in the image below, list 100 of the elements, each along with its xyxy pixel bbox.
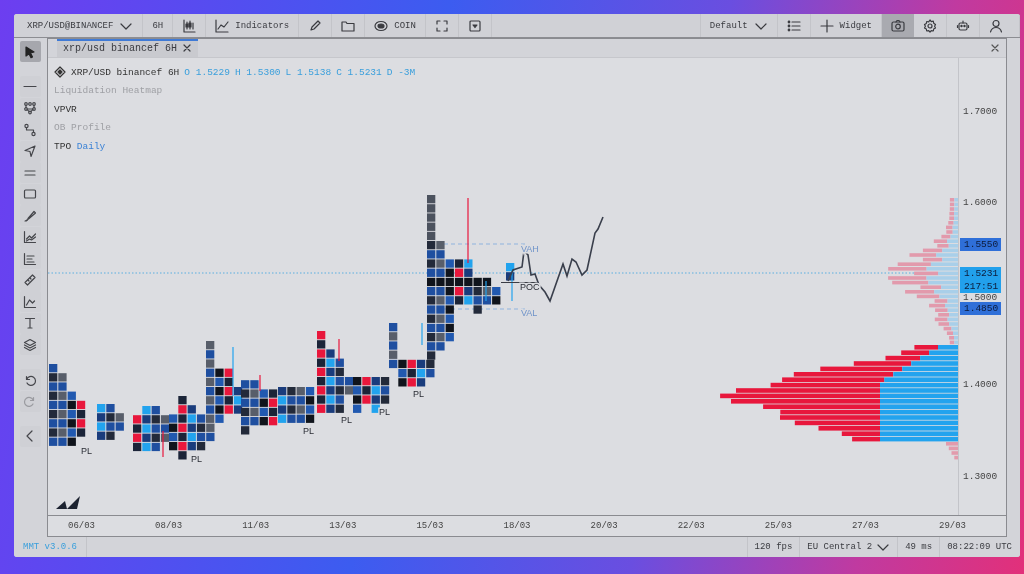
- time-label: 15/03: [416, 521, 444, 531]
- indicators-button[interactable]: Indicators: [206, 14, 300, 37]
- exchange-icon: [54, 66, 66, 79]
- tpo-level-label: PL: [303, 426, 314, 436]
- ohlc-value: D -3M: [386, 66, 416, 78]
- tpo-level-label: VAH: [521, 244, 539, 254]
- nodes-icon: [23, 101, 37, 115]
- time-label: 06/03: [68, 521, 95, 531]
- indicator-label[interactable]: TPO Daily: [54, 140, 106, 152]
- tpo-profile-drawing: [169, 396, 215, 460]
- ruler-tool[interactable]: [19, 269, 41, 291]
- price-badge: 1.5550: [960, 237, 1001, 251]
- price-label: 1.7000: [963, 106, 998, 118]
- line-chart-tool[interactable]: [19, 226, 41, 248]
- undo-tool[interactable]: [19, 369, 41, 390]
- cursor-icon: [23, 44, 37, 59]
- cursor-tool[interactable]: [19, 41, 41, 62]
- chevron-left-tool[interactable]: [19, 425, 41, 447]
- time-label: 11/03: [242, 521, 270, 531]
- time-label: 08/03: [155, 521, 183, 531]
- list-icon: [786, 18, 801, 33]
- tpo-level-label: POC: [520, 282, 540, 292]
- levels-icon: [23, 251, 37, 266]
- time-label: 22/03: [677, 521, 705, 531]
- tpo-level-label: PL: [379, 407, 390, 417]
- price-label: 1.5000: [963, 292, 998, 304]
- path-tool[interactable]: [19, 119, 41, 140]
- legend-title: XRP/USD binancef 6H: [71, 66, 180, 78]
- plus-icon: [819, 18, 834, 33]
- time-label: 13/03: [329, 521, 357, 531]
- interval-button[interactable]: 6H: [143, 14, 174, 37]
- wick-line: [162, 430, 164, 458]
- price-label: 1.6000: [963, 197, 998, 209]
- clock-label: 08:22:09 UTC: [939, 537, 1020, 557]
- tpo-level-label: PL: [413, 389, 424, 399]
- fullscreen-icon: [434, 18, 449, 33]
- chart-tab[interactable]: xrp/usd binancef 6H: [57, 39, 199, 57]
- price-badge: 1.4850: [960, 301, 1001, 315]
- ohlc-value: O 1.5229: [184, 66, 230, 78]
- time-label: 29/03: [939, 521, 966, 531]
- coin-button[interactable]: COIN: [365, 14, 426, 37]
- price-label: 1.4000: [963, 379, 998, 391]
- layers-icon: [23, 337, 37, 352]
- tpo-level-label: VAL: [521, 308, 538, 318]
- rectangle-tool[interactable]: [19, 183, 41, 205]
- line-icon: [23, 85, 37, 88]
- region-selector[interactable]: EU Central 2: [799, 537, 898, 557]
- text-tool-tool[interactable]: [19, 312, 41, 334]
- redo-icon: [23, 394, 37, 408]
- tpo-level-label: PL: [341, 415, 352, 425]
- time-label: 25/03: [764, 521, 792, 531]
- wick-line: [485, 280, 487, 302]
- area-chart-icon: [23, 294, 37, 309]
- symbol-selector[interactable]: XRP/USD@BINANCEF: [14, 14, 144, 37]
- camera-button[interactable]: [881, 14, 914, 37]
- logo-icon: [56, 496, 80, 509]
- close-icon: [182, 43, 193, 53]
- coin-icon: [374, 18, 389, 33]
- time-label: 27/03: [851, 521, 879, 531]
- brush-icon: [23, 208, 37, 223]
- path-icon: [23, 122, 37, 137]
- brush-tool[interactable]: [19, 205, 41, 226]
- text-tool-icon: [23, 316, 37, 330]
- user-icon: [989, 18, 1003, 33]
- layers-tool[interactable]: [19, 334, 41, 355]
- time-label: 18/03: [503, 521, 531, 531]
- price-label: 1.3000: [963, 471, 998, 483]
- line-chart-icon: [215, 18, 230, 33]
- version-label: MMT v3.0.6: [14, 537, 87, 557]
- folder-icon: [341, 18, 356, 33]
- indicator-label[interactable]: VPVR: [54, 103, 77, 115]
- settings-icon: [923, 18, 937, 33]
- tpo-profile-drawing: [133, 406, 170, 452]
- pencil-icon: [308, 18, 323, 33]
- time-label: 20/03: [590, 521, 618, 531]
- wick-line: [338, 338, 340, 362]
- dropdown-box-icon: [467, 18, 482, 33]
- wick-line: [421, 322, 423, 346]
- arrow-icon: [23, 144, 37, 158]
- ohlc-value: L 1.5138: [285, 66, 332, 78]
- ohlc-value: H 1.5300: [234, 66, 281, 78]
- latency-label: 49 ms: [897, 537, 940, 557]
- line-tool[interactable]: [19, 76, 41, 97]
- tpo-profile-drawing: [506, 263, 515, 281]
- tpo-level-label: PL: [81, 446, 92, 456]
- tpo-level-label: PL: [191, 454, 202, 464]
- wick-line: [467, 197, 469, 264]
- robot-icon: [956, 18, 970, 33]
- wick-line: [259, 374, 261, 392]
- ohlc-value: C 1.5231: [336, 66, 382, 78]
- arrow-tool[interactable]: [19, 140, 41, 162]
- layout-selector[interactable]: Default: [699, 14, 777, 37]
- fps-label: 120 fps: [746, 537, 800, 557]
- line-chart-icon: [23, 230, 37, 244]
- levels-tool[interactable]: [19, 248, 41, 269]
- candles-icon: [182, 18, 197, 33]
- price-badge: 1.5231: [960, 266, 1001, 280]
- nodes-tool[interactable]: [19, 97, 41, 119]
- area-chart-tool[interactable]: [19, 291, 41, 312]
- wick-line: [232, 346, 234, 397]
